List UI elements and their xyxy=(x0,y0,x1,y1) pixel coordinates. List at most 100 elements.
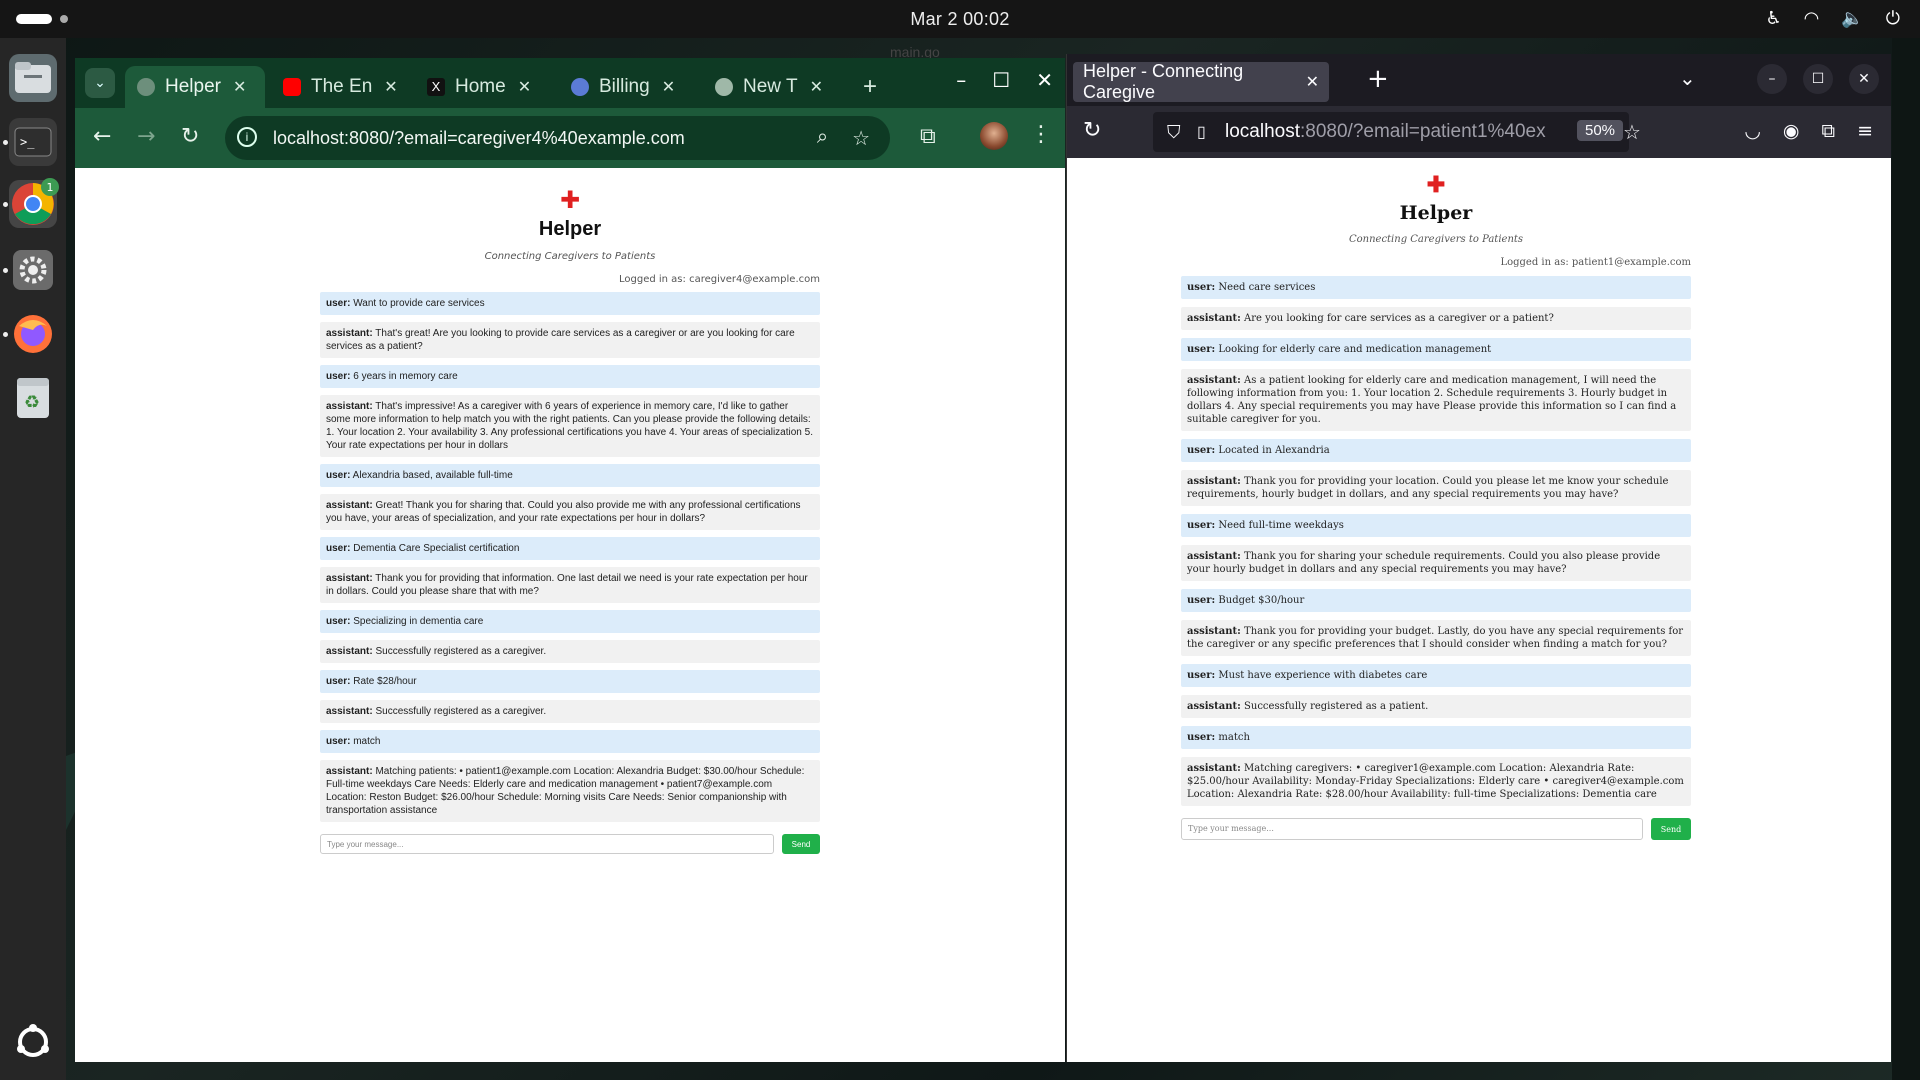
menu-icon[interactable]: ≡ xyxy=(1857,120,1873,142)
message-role: assistant: xyxy=(326,706,373,717)
send-button[interactable]: Send xyxy=(782,834,820,854)
message-text: Alexandria based, available full-time xyxy=(350,470,513,481)
user-message: user: match xyxy=(1181,726,1691,749)
message-text: That's great! Are you looking to provide… xyxy=(326,328,795,352)
bookmark-star-icon[interactable]: ☆ xyxy=(852,126,870,151)
minimize-icon[interactable]: – xyxy=(956,68,966,92)
message-role: assistant: xyxy=(1187,763,1241,774)
volume-icon[interactable]: 🔈 xyxy=(1841,8,1863,29)
message-input[interactable]: Type your message... xyxy=(320,834,774,854)
message-text: Rate $28/hour xyxy=(350,676,417,687)
chrome-icon xyxy=(715,78,733,96)
wifi-icon[interactable]: ◠ xyxy=(1804,8,1820,29)
assistant-message: assistant: Successfully registered as a … xyxy=(320,700,820,723)
assistant-message: assistant: That's impressive! As a careg… xyxy=(320,395,820,457)
desktop-edge xyxy=(1892,38,1920,1080)
shield-icon[interactable]: ⛉ xyxy=(1167,122,1181,143)
message-text: 6 years in memory care xyxy=(350,371,458,382)
red-cross-icon: ✚ xyxy=(1426,172,1446,198)
tab-helper-firefox[interactable]: Helper - Connecting Caregive ✕ xyxy=(1073,61,1329,102)
message-input[interactable]: Type your message... xyxy=(1181,818,1643,840)
tab-youtube[interactable]: The En ✕ xyxy=(271,66,411,108)
close-tab-icon[interactable]: ✕ xyxy=(384,77,397,97)
chrome-window: ⌄ Helper ✕ The En ✕ X Home ✕ Billing ✕ N… xyxy=(75,58,1065,1062)
chrome-icon[interactable]: 1 xyxy=(9,178,59,228)
send-button[interactable]: Send xyxy=(1651,818,1691,840)
helper-app: ✚ Helper Connecting Caregivers to Patien… xyxy=(1181,172,1691,840)
power-icon[interactable]: ⏻ xyxy=(1886,8,1900,29)
message-text: Need care services xyxy=(1215,282,1316,293)
system-tray[interactable]: ♿ ◠ 🔈 ⏻ xyxy=(1765,8,1900,29)
user-message: user: Specializing in dementia care xyxy=(320,610,820,633)
tab-search-button[interactable]: ⌄ xyxy=(85,68,115,98)
tab-label: Billing xyxy=(599,76,650,97)
zoom-icon[interactable]: ⌕ xyxy=(817,126,828,151)
assistant-message: assistant: As a patient looking for elde… xyxy=(1181,369,1691,431)
minimize-icon[interactable]: – xyxy=(1757,64,1787,94)
close-window-icon[interactable]: ✕ xyxy=(1036,68,1053,92)
terminal-icon[interactable]: >_ xyxy=(9,118,57,166)
message-role: assistant: xyxy=(326,646,373,657)
clock[interactable]: Mar 2 00:02 xyxy=(910,9,1009,30)
assistant-message: assistant: Great! Thank you for sharing … xyxy=(320,494,820,530)
close-window-icon[interactable]: ✕ xyxy=(1849,64,1879,94)
ubuntu-icon[interactable] xyxy=(9,1018,57,1066)
new-tab-button[interactable]: + xyxy=(1367,64,1389,94)
user-message: user: Alexandria based, available full-t… xyxy=(320,464,820,487)
message-role: assistant: xyxy=(1187,476,1241,487)
new-tab-button[interactable]: + xyxy=(851,66,891,108)
message-role: user: xyxy=(326,616,351,627)
menu-icon[interactable]: ⋮ xyxy=(1030,122,1052,147)
address-bar[interactable]: i localhost:8080/?email=caregiver4%40exa… xyxy=(225,116,890,160)
avatar[interactable] xyxy=(980,122,1008,150)
close-tab-icon[interactable]: ✕ xyxy=(233,77,246,97)
maximize-icon[interactable]: ☐ xyxy=(992,68,1010,92)
chat-log: user: Want to provide care services assis… xyxy=(320,292,820,822)
tab-helper[interactable]: Helper ✕ xyxy=(125,66,265,108)
user-message: user: Want to provide care services xyxy=(320,292,820,315)
extensions-icon[interactable]: ⧉ xyxy=(920,124,936,149)
tab-x-home[interactable]: X Home ✕ xyxy=(415,66,555,108)
files-icon[interactable] xyxy=(9,54,57,102)
zoom-indicator[interactable]: 50% xyxy=(1577,120,1624,141)
message-role: assistant: xyxy=(1187,551,1241,562)
page-icon[interactable]: ▯ xyxy=(1197,122,1206,142)
message-role: assistant: xyxy=(1187,313,1241,324)
site-info-icon[interactable]: i xyxy=(237,127,257,147)
activities-button[interactable] xyxy=(16,14,68,24)
firefox-page: ✚ Helper Connecting Caregivers to Patien… xyxy=(1067,158,1891,1062)
settings-icon[interactable] xyxy=(9,246,57,294)
message-text: Successfully registered as a patient. xyxy=(1240,701,1429,712)
forward-icon[interactable]: → xyxy=(137,124,155,149)
pocket-icon[interactable]: ◡ xyxy=(1744,120,1761,142)
address-bar[interactable]: ⛉ ▯ localhost:8080/?email=patient1%40ex … xyxy=(1153,112,1641,152)
firefox-icon[interactable] xyxy=(9,310,57,358)
maximize-icon[interactable]: ☐ xyxy=(1803,64,1833,94)
close-tab-icon[interactable]: ✕ xyxy=(1306,72,1319,92)
account-icon[interactable]: ◉ xyxy=(1783,120,1800,142)
accessibility-icon[interactable]: ♿ xyxy=(1765,8,1781,29)
message-text: Dementia Care Specialist certification xyxy=(350,543,520,554)
assistant-message: assistant: Successfully registered as a … xyxy=(1181,695,1691,718)
close-tab-icon[interactable]: ✕ xyxy=(518,77,531,97)
list-tabs-icon[interactable]: ⌄ xyxy=(1679,66,1696,90)
reload-icon[interactable]: ↻ xyxy=(1083,118,1101,143)
tab-billing[interactable]: Billing ✕ xyxy=(559,66,699,108)
close-tab-icon[interactable]: ✕ xyxy=(662,77,675,97)
close-tab-icon[interactable]: ✕ xyxy=(810,77,823,97)
top-bar: Mar 2 00:02 ♿ ◠ 🔈 ⏻ xyxy=(0,0,1920,38)
reload-icon[interactable]: ↻ xyxy=(181,124,199,149)
tab-new[interactable]: New T ✕ xyxy=(703,66,843,108)
login-status: Logged in as: caregiver4@example.com xyxy=(619,274,820,285)
notification-badge: 1 xyxy=(41,178,59,196)
svg-text:>_: >_ xyxy=(20,135,35,149)
back-icon[interactable]: ← xyxy=(93,124,111,149)
bookmark-star-icon[interactable]: ☆ xyxy=(1623,120,1641,145)
assistant-message: assistant: Thank you for providing your … xyxy=(1181,470,1691,506)
message-text: Thank you for providing that information… xyxy=(326,573,808,597)
user-message: user: 6 years in memory care xyxy=(320,365,820,388)
trash-icon[interactable]: ♻ xyxy=(9,374,57,422)
user-message: user: Located in Alexandria xyxy=(1181,439,1691,462)
extensions-icon[interactable]: ⧉ xyxy=(1822,120,1836,142)
subtitle: Connecting Caregivers to Patients xyxy=(484,251,656,262)
